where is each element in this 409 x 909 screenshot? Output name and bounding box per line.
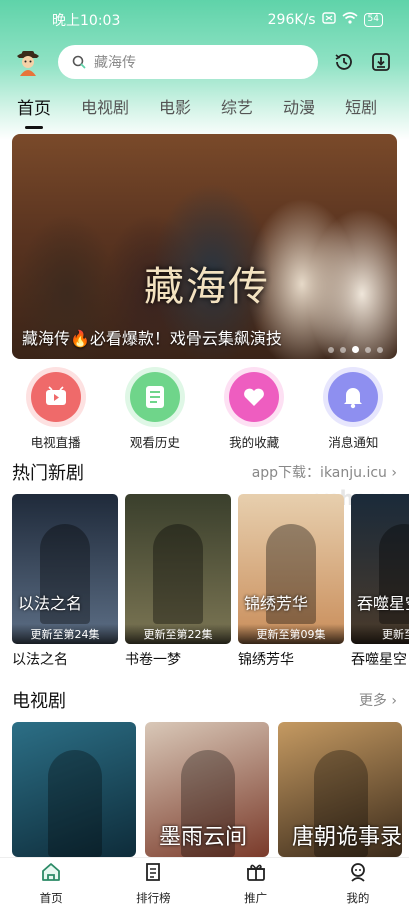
tv-section-more-label: 更多 (358, 693, 387, 709)
drama-poster: 更新至第22集 (125, 494, 231, 644)
poster-art-title: 墨雨云间 (159, 825, 248, 850)
quick-action-label: 电视直播 (30, 435, 81, 450)
tab-1[interactable]: 电视剧 (81, 94, 129, 118)
banner-dot[interactable] (352, 346, 359, 353)
drama-title: 吞噬星空 (351, 652, 407, 668)
search-input[interactable]: 藏海传 (58, 45, 318, 79)
quick-action-1[interactable]: 观看历史 (110, 372, 200, 452)
status-time: 晚上10:03 (52, 13, 121, 29)
home-icon (40, 861, 62, 887)
tv-poster[interactable]: 墨雨云间 (145, 722, 269, 857)
nav-label: 我的 (346, 891, 370, 905)
tv-section-more[interactable]: 更多 › (359, 690, 397, 710)
quick-action-2[interactable]: 我的收藏 (209, 372, 299, 452)
nav-item-1[interactable]: 排行榜 (118, 861, 188, 906)
gift-icon (245, 861, 267, 887)
banner-pagination (328, 346, 383, 353)
hot-section-more[interactable]: app下载：ikanju.icu › (252, 462, 397, 482)
tv-poster[interactable]: 唐朝诡事录 (278, 722, 402, 857)
banner-dot[interactable] (328, 346, 334, 353)
heart-icon (229, 372, 280, 422)
episode-badge: 更新至第24集 (12, 624, 118, 644)
nav-label: 首页 (39, 891, 63, 905)
category-tabs: 首页 电视剧 电影 综艺 动漫 短剧 (0, 88, 409, 124)
tv-live-icon (30, 372, 81, 422)
nav-item-3[interactable]: 我的 (323, 861, 393, 906)
tab-3[interactable]: 综艺 (221, 94, 253, 118)
poster-art-title: 锦绣芳华 (244, 594, 309, 613)
search-placeholder: 藏海传 (94, 55, 136, 71)
tab-4[interactable]: 动漫 (283, 94, 315, 118)
poster-art-title: 以法之名 (18, 594, 83, 613)
wifi-icon (342, 12, 358, 28)
tab-2[interactable]: 电影 (159, 94, 191, 118)
download-icon[interactable] (370, 51, 392, 73)
quick-action-label: 观看历史 (129, 435, 180, 450)
search-icon (72, 55, 86, 69)
nav-label: 推广 (244, 891, 268, 905)
quick-actions: 电视直播 观看历史 我的收藏 消息通知 (0, 372, 409, 452)
tv-section-header: 电视剧 更多 › (12, 687, 397, 713)
drama-card[interactable]: 以法之名 更新至第24集 以法之名 (12, 494, 118, 670)
banner-caption: 藏海传🔥必看爆款！戏骨云集飙演技 (22, 329, 282, 348)
quick-action-label: 我的收藏 (229, 435, 280, 450)
history-clock-icon[interactable] (333, 51, 355, 73)
bell-icon (328, 372, 379, 422)
quick-action-0[interactable]: 电视直播 (11, 372, 101, 452)
battery-indicator: 54 (363, 13, 383, 27)
tv-poster[interactable] (12, 722, 136, 857)
episode-badge: 更新至第09集 (238, 624, 344, 644)
sim-icon (321, 12, 336, 28)
quick-action-3[interactable]: 消息通知 (308, 372, 398, 452)
nav-label: 排行榜 (136, 891, 171, 905)
drama-title: 以法之名 (12, 652, 68, 668)
ranking-icon (142, 861, 164, 887)
episode-badge: 更新至第 (351, 624, 409, 644)
banner-art-title: 藏海传 (144, 264, 270, 310)
status-bar: 晚上10:03 296K/s 54 (0, 0, 409, 40)
nav-item-0[interactable]: 首页 (16, 861, 86, 906)
quick-action-label: 消息通知 (328, 435, 379, 450)
drama-poster: 锦绣芳华更新至第09集 (238, 494, 344, 644)
profile-icon (347, 861, 369, 887)
drama-poster: 以法之名更新至第24集 (12, 494, 118, 644)
drama-card[interactable]: 吞噬星空更新至第吞噬星空 (351, 494, 409, 670)
banner-dot[interactable] (377, 346, 383, 353)
tv-section-title: 电视剧 (12, 691, 66, 712)
tv-row: 墨雨云间 唐朝诡事录 (12, 722, 409, 857)
drama-poster: 吞噬星空更新至第 (351, 494, 409, 644)
poster-figure (48, 750, 102, 857)
episode-badge: 更新至第22集 (125, 624, 231, 644)
network-speed: 296K/s (267, 12, 316, 28)
hot-section-header: 热门新剧 app下载：ikanju.icu › (12, 459, 397, 485)
poster-art-title: 唐朝诡事录 (292, 825, 402, 850)
banner-dot[interactable] (365, 346, 371, 353)
tab-0[interactable]: 首页 (17, 94, 51, 119)
app-header: 藏海传 (12, 44, 397, 80)
bottom-nav: 首页 排行榜 推广 我的 (0, 857, 409, 909)
nav-item-2[interactable]: 推广 (221, 861, 291, 906)
hot-section-title: 热门新剧 (12, 463, 84, 484)
banner-dot[interactable] (340, 346, 346, 353)
hot-row: 以法之名 更新至第24集 以法之名 更新至第22集 书卷一梦 锦绣芳华 更新至第09集 锦绣芳… (12, 494, 409, 670)
poster-art-title: 吞噬星空 (357, 594, 409, 613)
hot-section-more-label: app下载：ikanju.icu (251, 465, 387, 481)
hero-banner[interactable]: 藏海传 藏海传🔥必看爆款！戏骨云集飙演技 (12, 134, 397, 359)
drama-title: 锦绣芳华 (238, 652, 294, 668)
status-indicators: 296K/s 54 (268, 12, 383, 28)
drama-card[interactable]: 锦绣芳华 更新至第09集 锦绣芳华 (238, 494, 344, 670)
history-list-icon (129, 372, 180, 422)
poster-figure (153, 524, 203, 624)
tab-5[interactable]: 短剧 (345, 94, 377, 118)
avatar[interactable] (12, 46, 44, 78)
drama-title: 书卷一梦 (125, 652, 181, 668)
drama-card[interactable]: 更新至第22集书卷一梦 (125, 494, 231, 670)
